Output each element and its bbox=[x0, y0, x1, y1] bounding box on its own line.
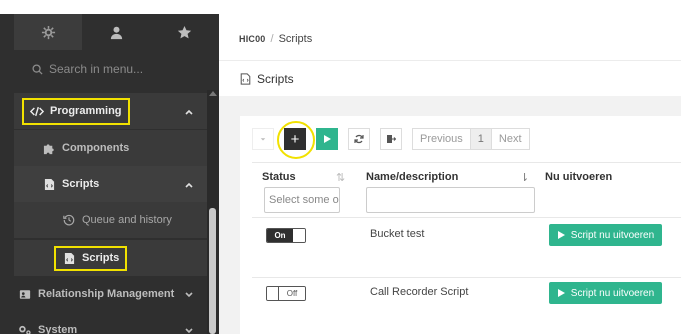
chevron-down-icon[interactable] bbox=[185, 326, 193, 334]
code-icon bbox=[30, 104, 44, 118]
run-button[interactable] bbox=[316, 128, 338, 150]
sidebar-item-components[interactable]: Components bbox=[14, 130, 207, 166]
sidebar-search[interactable]: Search in menu... bbox=[14, 50, 219, 88]
column-header-status[interactable]: Status bbox=[262, 171, 296, 183]
sidebar-item-relationship-management[interactable]: Relationship Management bbox=[14, 276, 207, 312]
export-file-icon bbox=[387, 135, 396, 143]
name-filter-input[interactable] bbox=[366, 187, 535, 213]
toolbar: + Previous 1 Next bbox=[252, 121, 530, 159]
add-script-button[interactable]: + bbox=[277, 121, 315, 159]
export-button[interactable] bbox=[380, 128, 402, 150]
highlight-box-scripts: Scripts bbox=[54, 245, 128, 271]
main-content: HIC00 / Scripts Scripts + Previous 1 Nex… bbox=[219, 0, 697, 334]
table-row: On Bucket test Script nu uitvoeren bbox=[252, 220, 681, 278]
history-icon bbox=[62, 213, 76, 227]
chevron-down-icon[interactable] bbox=[185, 290, 193, 298]
status-toggle[interactable]: Off bbox=[266, 286, 306, 301]
tab-user[interactable] bbox=[82, 14, 150, 50]
highlight-circle-add bbox=[277, 121, 315, 159]
sidebar-item-label: Components bbox=[62, 142, 130, 154]
script-name: Bucket test bbox=[370, 228, 425, 240]
caret-down-icon bbox=[260, 138, 266, 141]
sidebar-item-scripts-group[interactable]: Scripts bbox=[14, 166, 207, 202]
play-icon bbox=[557, 289, 565, 297]
chevron-up-icon[interactable] bbox=[185, 107, 193, 115]
main-top-strip bbox=[219, 0, 697, 18]
column-header-run: Nu uitvoeren bbox=[545, 171, 613, 183]
breadcrumb-root[interactable]: HIC00 bbox=[239, 34, 266, 44]
play-icon bbox=[557, 231, 565, 239]
sidebar-item-label: Relationship Management bbox=[38, 288, 175, 300]
script-file-icon bbox=[62, 251, 76, 265]
table-header: Status ⇅ Name/description ⇂ Nu uitvoeren… bbox=[252, 162, 681, 218]
page-header: Scripts bbox=[219, 60, 681, 96]
column-header-name[interactable]: Name/description bbox=[366, 171, 458, 183]
sidebar-item-queue-history[interactable]: Queue and history bbox=[14, 202, 207, 238]
gear-icon bbox=[41, 25, 55, 39]
sort-icon[interactable]: ⇅ bbox=[336, 171, 345, 184]
sidebar-item-label: Scripts bbox=[62, 178, 100, 190]
status-toggle[interactable]: On bbox=[266, 228, 306, 243]
status-filter-select[interactable]: Select some op bbox=[264, 187, 340, 213]
sidebar-item-programming[interactable]: Programming bbox=[14, 93, 207, 129]
pagination: Previous 1 Next bbox=[412, 128, 530, 150]
toggle-knob bbox=[293, 229, 305, 242]
run-script-label: Script nu uitvoeren bbox=[570, 287, 655, 299]
sort-alpha-icon[interactable]: ⇂ bbox=[520, 171, 529, 184]
run-script-label: Script nu uitvoeren bbox=[570, 229, 655, 241]
scroll-up-arrow-icon[interactable] bbox=[209, 91, 217, 96]
table-row: Off Call Recorder Script Script nu uitvo… bbox=[252, 278, 681, 334]
bulk-actions-dropdown[interactable] bbox=[252, 128, 274, 150]
sidebar-item-label: Queue and history bbox=[82, 214, 172, 226]
sidebar-item-scripts[interactable]: Scripts bbox=[14, 240, 207, 276]
sidebar-item-label: Scripts bbox=[82, 252, 120, 264]
sidebar-item-label: Programming bbox=[50, 105, 122, 117]
toggle-label: Off bbox=[279, 287, 305, 300]
search-input[interactable]: Search in menu... bbox=[49, 62, 143, 76]
sidebar-tabs bbox=[14, 14, 219, 50]
chevron-up-icon[interactable] bbox=[185, 180, 193, 188]
run-script-button[interactable]: Script nu uitvoeren bbox=[549, 224, 662, 246]
toggle-knob bbox=[267, 287, 279, 300]
script-file-icon bbox=[42, 177, 56, 191]
breadcrumb-current: Scripts bbox=[278, 33, 313, 45]
sidebar-scroll-thumb[interactable] bbox=[209, 208, 216, 334]
puzzle-icon bbox=[42, 141, 56, 155]
tab-settings[interactable] bbox=[14, 14, 82, 50]
sidebar-item-label: System bbox=[38, 324, 78, 334]
refresh-button[interactable] bbox=[348, 128, 370, 150]
sidebar: Search in menu... Programming Components… bbox=[0, 0, 219, 334]
pagination-previous[interactable]: Previous bbox=[413, 129, 470, 149]
breadcrumb: HIC00 / Scripts bbox=[219, 18, 681, 60]
page-title: Scripts bbox=[257, 71, 294, 86]
scripts-card: + Previous 1 Next Status ⇅ Name/descript… bbox=[240, 116, 681, 334]
cogs-icon bbox=[18, 323, 32, 334]
script-name: Call Recorder Script bbox=[370, 286, 469, 298]
pagination-next[interactable]: Next bbox=[492, 129, 529, 149]
right-edge-strip bbox=[681, 0, 697, 334]
toggle-label: On bbox=[267, 229, 293, 242]
tab-favorites[interactable] bbox=[150, 14, 218, 50]
search-icon bbox=[32, 63, 43, 75]
run-script-button[interactable]: Script nu uitvoeren bbox=[549, 282, 662, 304]
contact-card-icon bbox=[18, 287, 32, 301]
breadcrumb-separator: / bbox=[270, 33, 274, 45]
play-icon bbox=[324, 135, 331, 143]
pagination-page[interactable]: 1 bbox=[469, 129, 492, 149]
user-icon bbox=[110, 26, 122, 39]
script-file-icon bbox=[240, 72, 251, 85]
highlight-box-programming: Programming bbox=[22, 97, 130, 125]
sidebar-item-system[interactable]: System bbox=[14, 312, 207, 334]
refresh-icon bbox=[354, 134, 364, 144]
star-icon bbox=[177, 25, 191, 38]
sidebar-top-strip bbox=[0, 0, 219, 14]
